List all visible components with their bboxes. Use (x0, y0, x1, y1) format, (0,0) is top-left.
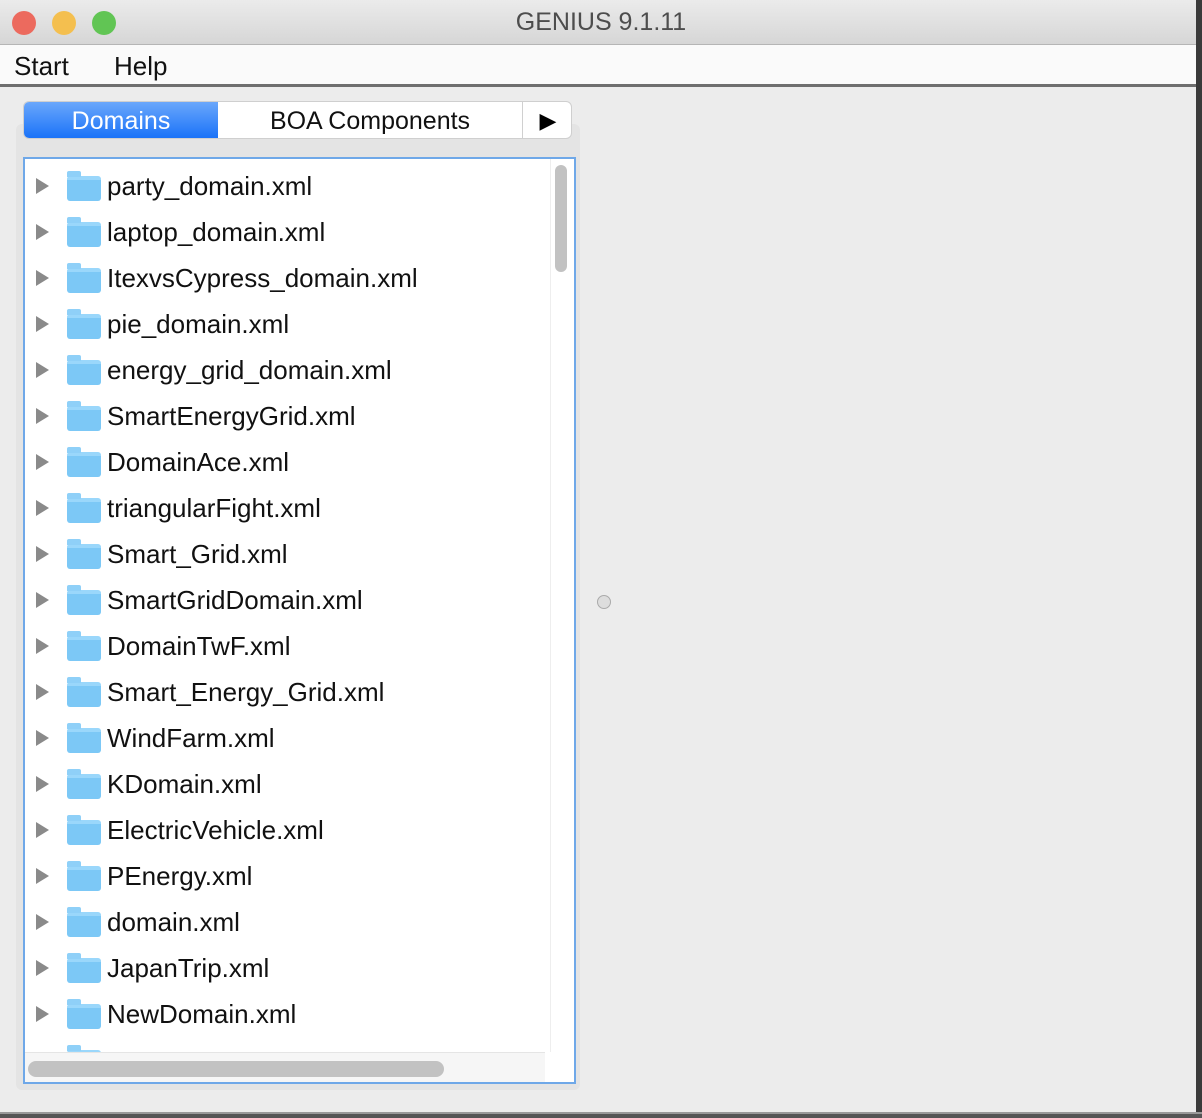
tree-item-label: triangularFight.xml (107, 493, 321, 523)
tab-boa-components[interactable]: BOA Components (218, 102, 523, 138)
expand-arrow-icon[interactable] (36, 178, 49, 194)
expand-arrow-icon[interactable] (36, 454, 49, 470)
tree-item-label: KDomain.xml (107, 769, 262, 799)
menu-bar: Start Help (0, 45, 1196, 87)
tree-item-label: Smart_Grid.xml (107, 539, 288, 569)
window-title: GENIUS 9.1.11 (515, 8, 687, 36)
folder-icon (67, 217, 101, 247)
folder-icon (67, 907, 101, 937)
expand-arrow-icon[interactable] (36, 730, 49, 746)
vertical-scroll-thumb[interactable] (555, 165, 567, 272)
expand-arrow-icon[interactable] (36, 914, 49, 930)
title-bar: GENIUS 9.1.11 (0, 0, 1202, 45)
tree-item[interactable]: triangularFight.xml (25, 489, 545, 529)
folder-icon (67, 401, 101, 431)
folder-icon (67, 355, 101, 385)
tree-item[interactable]: energy_grid_domain.xml (25, 351, 545, 391)
tree-item-label: party_domain.xml (107, 171, 313, 201)
tree-item[interactable]: DomainAce.xml (25, 443, 545, 483)
domain-tree[interactable]: NewDomain.xml JapanTrip.xml domain.xml PEne… (23, 157, 576, 1084)
folder-icon (67, 861, 101, 891)
tree-item[interactable]: SmartGridDomain.xml (25, 581, 545, 621)
window-edge (1196, 0, 1202, 1118)
folder-icon (67, 447, 101, 477)
tree-item[interactable]: laptop_domain.xml (25, 213, 545, 253)
tab-more-arrow-icon[interactable]: ▶ (523, 102, 571, 138)
folder-icon (67, 309, 101, 339)
tree-item[interactable]: ElectricVehicle.xml (25, 811, 545, 851)
expand-arrow-icon[interactable] (36, 546, 49, 562)
folder-icon (67, 493, 101, 523)
expand-arrow-icon[interactable] (36, 224, 49, 240)
expand-arrow-icon[interactable] (36, 776, 49, 792)
tab-domains[interactable]: Domains (24, 102, 218, 138)
tree-item[interactable]: SmartEnergyGrid.xml (25, 397, 545, 437)
horizontal-scroll-thumb[interactable] (28, 1061, 444, 1077)
tree-item[interactable]: KDomain.xml (25, 765, 545, 805)
tree-item[interactable]: NewDomain.xml (25, 995, 545, 1035)
folder-icon (67, 263, 101, 293)
window-bottom-edge (0, 1112, 1202, 1118)
tree-item-label: pie_domain.xml (107, 309, 290, 339)
tree-item[interactable]: PEnergy.xml (25, 857, 545, 897)
tree-item[interactable]: domain.xml (25, 903, 545, 943)
expand-arrow-icon[interactable] (36, 316, 49, 332)
tree-item-label: laptop_domain.xml (107, 217, 326, 247)
folder-icon (67, 769, 101, 799)
expand-arrow-icon[interactable] (36, 362, 49, 378)
expand-arrow-icon[interactable] (36, 868, 49, 884)
horizontal-scrollbar[interactable] (25, 1052, 545, 1082)
tree-item-label: PEnergy.xml (107, 861, 253, 891)
folder-icon (67, 677, 101, 707)
menu-start[interactable]: Start (14, 51, 69, 82)
tab-bar: Domains BOA Components ▶ (23, 101, 572, 139)
expand-arrow-icon[interactable] (36, 638, 49, 654)
tree-item[interactable]: JapanTrip.xml (25, 949, 545, 989)
tree-item-label: domain.xml (107, 907, 240, 937)
expand-arrow-icon[interactable] (36, 270, 49, 286)
expand-arrow-icon[interactable] (36, 408, 49, 424)
tree-item[interactable]: ItexvsCypress_domain.xml (25, 259, 545, 299)
vertical-scrollbar[interactable] (550, 159, 570, 1052)
expand-arrow-icon[interactable] (36, 500, 49, 516)
tree-item-label: DomainAce.xml (107, 447, 290, 477)
tree-item[interactable]: DomainTwF.xml (25, 627, 545, 667)
expand-arrow-icon[interactable] (36, 1006, 49, 1022)
expand-arrow-icon[interactable] (36, 822, 49, 838)
menu-help[interactable]: Help (114, 51, 167, 82)
folder-icon (67, 171, 101, 201)
tree-item-label: Smart_Energy_Grid.xml (107, 677, 385, 707)
folder-icon (67, 815, 101, 845)
expand-arrow-icon[interactable] (36, 592, 49, 608)
folder-icon (67, 953, 101, 983)
tree-item-label: JapanTrip.xml (107, 953, 270, 983)
tree-item[interactable]: pie_domain.xml (25, 305, 545, 345)
expand-arrow-icon[interactable] (36, 960, 49, 976)
folder-icon (67, 999, 101, 1029)
tree-item-label: WindFarm.xml (107, 723, 275, 753)
tree-item-label: ItexvsCypress_domain.xml (107, 263, 418, 293)
split-pane-divider-handle[interactable] (597, 595, 611, 609)
tree-item[interactable]: WindFarm.xml (25, 719, 545, 759)
expand-arrow-icon[interactable] (36, 684, 49, 700)
tree-item-label: energy_grid_domain.xml (107, 355, 392, 385)
folder-icon (67, 631, 101, 661)
folder-icon (67, 539, 101, 569)
tree-item[interactable]: party_domain.xml (25, 167, 545, 207)
tree-item[interactable]: Smart_Grid.xml (25, 535, 545, 575)
tree-item-label: ElectricVehicle.xml (107, 815, 324, 845)
folder-icon (67, 723, 101, 753)
tree-item[interactable]: Smart_Energy_Grid.xml (25, 673, 545, 713)
folder-icon (67, 585, 101, 615)
tree-item-label: DomainTwF.xml (107, 631, 291, 661)
tree-item-label: NewDomain.xml (107, 999, 297, 1029)
tree-item-label: SmartGridDomain.xml (107, 585, 363, 615)
tree-item-label: SmartEnergyGrid.xml (107, 401, 356, 431)
